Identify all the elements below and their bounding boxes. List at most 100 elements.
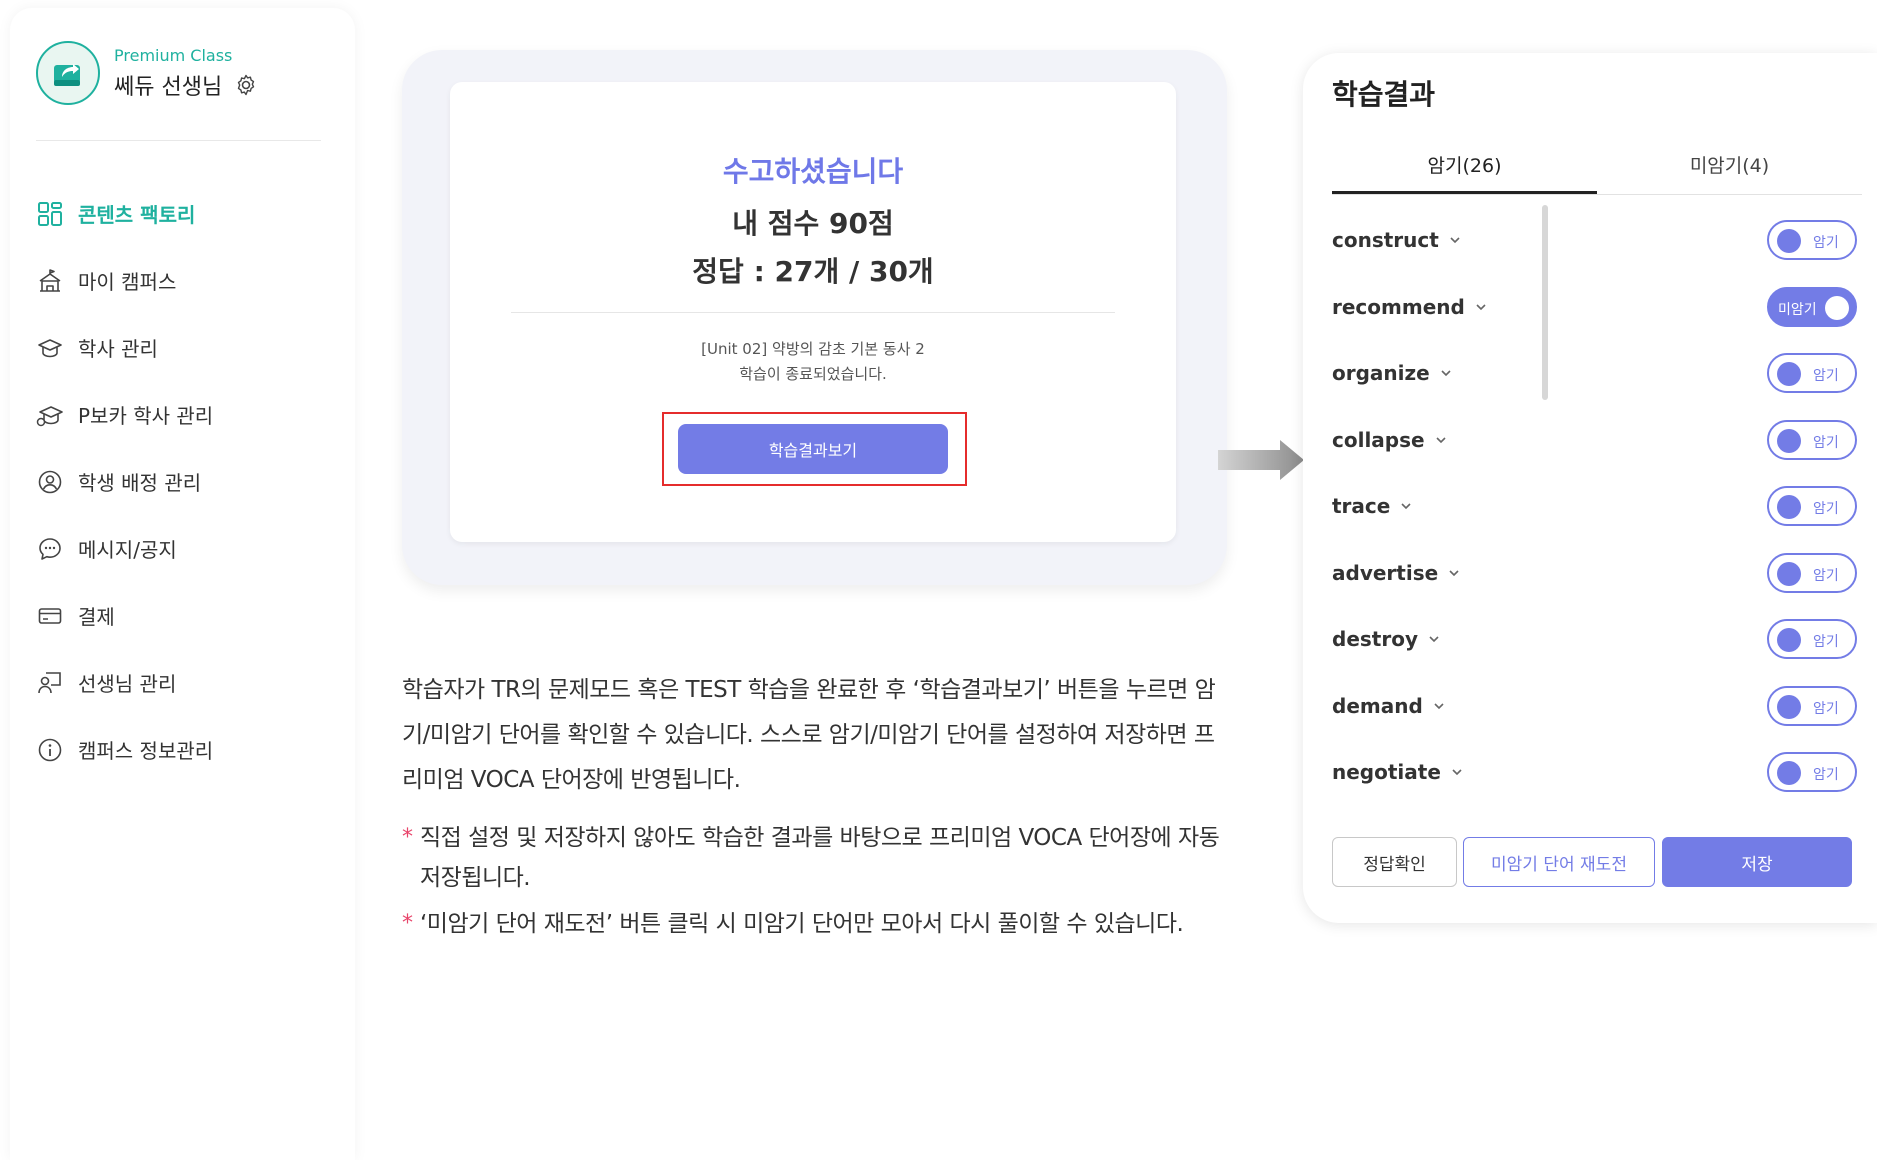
word-text: collapse: [1332, 427, 1425, 452]
word-list: construct 암기 recommend 미암기 organize 암기 c…: [1332, 207, 1857, 806]
word-text: destroy: [1332, 627, 1418, 652]
score-text: 내 점수 90점: [732, 207, 894, 240]
toggle-label: 암기: [1813, 235, 1839, 252]
card-divider: [511, 312, 1115, 313]
memorize-toggle[interactable]: 암기: [1767, 486, 1857, 527]
chevron-down-icon: [1450, 765, 1464, 779]
sidebar-item-campus-info[interactable]: 캠퍼스 정보관리: [36, 716, 336, 783]
word-row: organize 암기: [1332, 340, 1857, 407]
result-title: 학습결과: [1332, 78, 1436, 111]
note-text: 직접 설정 및 저장하지 않아도 학습한 결과를 바탕으로 프리미엄 VOCA …: [420, 825, 1220, 891]
pvoca-academic-icon: [36, 401, 64, 429]
word-toggle-detail[interactable]: collapse: [1332, 428, 1448, 452]
word-row: recommend 미암기: [1332, 274, 1857, 341]
toggle-label: 암기: [1813, 634, 1839, 651]
toggle-knob: [1777, 561, 1801, 586]
memorize-toggle[interactable]: 암기: [1767, 419, 1857, 460]
memorize-toggle[interactable]: 암기: [1767, 752, 1857, 793]
correct-count: 정답 : 27개 / 30개: [692, 255, 934, 288]
chevron-down-icon: [1474, 300, 1488, 314]
word-text: negotiate: [1332, 760, 1441, 785]
profile: Premium Class 쎄듀 선생님: [36, 41, 258, 105]
memorize-toggle[interactable]: 미암기: [1767, 286, 1857, 327]
message-icon: [36, 535, 64, 563]
view-result-button[interactable]: 학습결과보기: [678, 424, 948, 474]
toggle-label: 암기: [1813, 501, 1839, 518]
academic-cap-icon: [36, 334, 64, 362]
arrow-right-icon: [1218, 440, 1304, 480]
sidebar-item-label: 캠퍼스 정보관리: [78, 739, 214, 763]
toggle-label: 미암기: [1778, 301, 1817, 318]
memorize-toggle[interactable]: 암기: [1767, 685, 1857, 726]
word-row: demand 암기: [1332, 673, 1857, 740]
memorize-toggle[interactable]: 암기: [1767, 353, 1857, 394]
premium-label: Premium Class: [114, 45, 233, 65]
word-toggle-detail[interactable]: trace: [1332, 494, 1413, 518]
sidebar-item-label: 메시지/공지: [78, 538, 177, 562]
info-icon: [36, 736, 64, 764]
word-toggle-detail[interactable]: advertise: [1332, 561, 1461, 585]
sidebar-item-my-campus[interactable]: 마이 캠퍼스: [36, 247, 336, 314]
gear-icon[interactable]: [234, 73, 258, 97]
save-button[interactable]: 저장: [1662, 837, 1852, 887]
word-toggle-detail[interactable]: construct: [1332, 228, 1462, 252]
word-toggle-detail[interactable]: demand: [1332, 694, 1446, 718]
word-text: organize: [1332, 361, 1430, 386]
note-star: *: [402, 825, 413, 850]
sidebar-item-academic[interactable]: 학사 관리: [36, 314, 336, 381]
check-answer-button[interactable]: 정답확인: [1332, 837, 1457, 887]
word-row: construct 암기: [1332, 207, 1857, 274]
chevron-down-icon: [1427, 632, 1441, 646]
word-text: recommend: [1332, 294, 1465, 319]
retry-unmemorized-button[interactable]: 미암기 단어 재도전: [1463, 837, 1655, 887]
word-list-scrollbar[interactable]: [1542, 205, 1548, 400]
sidebar-item-content-factory[interactable]: 콘텐츠 팩토리: [36, 180, 336, 247]
chevron-down-icon: [1434, 433, 1448, 447]
toggle-label: 암기: [1813, 567, 1839, 584]
chevron-down-icon: [1432, 699, 1446, 713]
word-text: construct: [1332, 228, 1439, 253]
teacher-name: 쎄듀 선생님: [114, 74, 223, 100]
memorize-toggle[interactable]: 암기: [1767, 552, 1857, 593]
highlight-box: 학습결과보기: [662, 412, 967, 486]
sidebar-item-student-assign[interactable]: 학생 배정 관리: [36, 448, 336, 515]
word-toggle-detail[interactable]: destroy: [1332, 627, 1441, 651]
word-toggle-detail[interactable]: organize: [1332, 361, 1453, 385]
toggle-label: 암기: [1813, 434, 1839, 451]
sidebar-item-label: 학생 배정 관리: [78, 471, 202, 495]
finish-screen: 수고하셨습니다 내 점수 90점 정답 : 27개 / 30개 [Unit 02…: [402, 50, 1227, 585]
memorize-toggle[interactable]: 암기: [1767, 619, 1857, 660]
toggle-knob: [1777, 229, 1801, 254]
tab-memorized[interactable]: 암기(26): [1332, 149, 1597, 194]
sidebar-item-label: 마이 캠퍼스: [78, 270, 177, 294]
sidebar-item-label: 학사 관리: [78, 337, 158, 361]
notes: * 직접 설정 및 저장하지 않아도 학습한 결과를 바탕으로 프리미엄 VOC…: [402, 818, 1232, 950]
sidebar-item-message[interactable]: 메시지/공지: [36, 515, 336, 582]
note-text: ‘미암기 단어 재도전’ 버튼 클릭 시 미암기 단어만 모아서 다시 풀이할 …: [420, 911, 1184, 937]
word-row: trace 암기: [1332, 473, 1857, 540]
chevron-down-icon: [1447, 566, 1461, 580]
word-row: destroy 암기: [1332, 606, 1857, 673]
sidebar-item-label: 선생님 관리: [78, 672, 177, 696]
note-item: * 직접 설정 및 저장하지 않아도 학습한 결과를 바탕으로 프리미엄 VOC…: [402, 818, 1232, 898]
sidebar-item-label: 결제: [78, 605, 115, 629]
word-toggle-detail[interactable]: negotiate: [1332, 760, 1464, 784]
word-toggle-detail[interactable]: recommend: [1332, 295, 1488, 319]
word-text: trace: [1332, 494, 1391, 519]
word-row: collapse 암기: [1332, 407, 1857, 474]
result-actions: 정답확인 미암기 단어 재도전 저장: [1332, 837, 1852, 887]
sidebar-item-payment[interactable]: 결제: [36, 582, 336, 649]
book-share-icon: [54, 64, 80, 86]
sidebar-item-teacher[interactable]: 선생님 관리: [36, 649, 336, 716]
avatar: [36, 41, 100, 105]
result-panel: 학습결과 암기(26) 미암기(4) construct 암기 recommen…: [1303, 53, 1877, 923]
unit-description: [Unit 02] 약방의 감초 기본 동사 2 학습이 종료되었습니다.: [450, 337, 1176, 387]
sidebar-item-pvoca-academic[interactable]: P보카 학사 관리: [36, 381, 336, 448]
memorize-toggle[interactable]: 암기: [1767, 220, 1857, 261]
toggle-knob: [1825, 295, 1849, 320]
finish-card: 수고하셨습니다 내 점수 90점 정답 : 27개 / 30개 [Unit 02…: [450, 82, 1176, 542]
toggle-knob: [1777, 428, 1801, 453]
sidebar-menu: 콘텐츠 팩토리 마이 캠퍼스 학사 관리 P보카 학사 관리 학생 배정 관리: [36, 180, 336, 783]
tab-not-memorized[interactable]: 미암기(4): [1597, 149, 1862, 194]
description-text: 학습자가 TR의 문제모드 혹은 TEST 학습을 완료한 후 ‘학습결과보기’…: [402, 677, 1216, 793]
